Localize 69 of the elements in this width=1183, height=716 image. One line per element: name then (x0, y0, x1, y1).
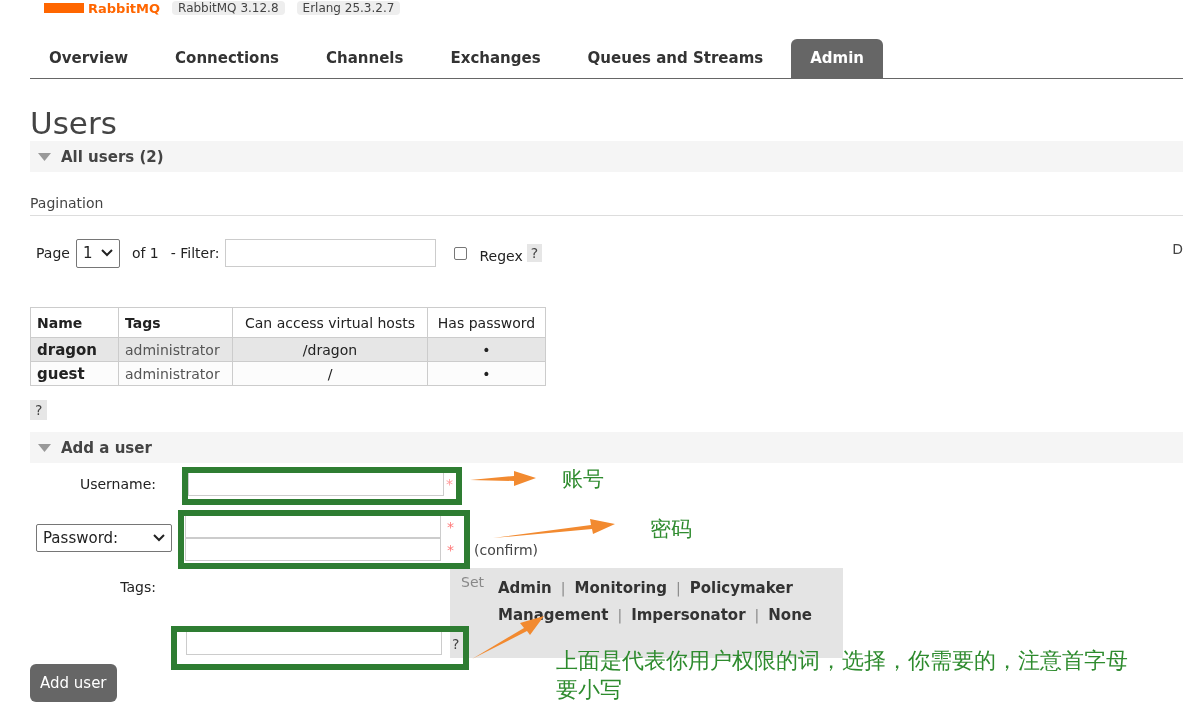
confirm-password-field[interactable] (185, 538, 441, 561)
page-title: Users (30, 105, 118, 141)
filter-label: - Filter: (170, 245, 220, 261)
nav-tab[interactable]: Admin (791, 39, 883, 78)
table-cell: • (427, 361, 546, 386)
separator: | (617, 606, 623, 623)
required-mark: * (447, 541, 454, 558)
table-row[interactable]: dragon administrator /dragon • (30, 337, 546, 362)
version-badge: Erlang 25.3.2.7 (296, 1, 401, 15)
tag-link[interactable]: Policymaker (689, 578, 793, 597)
tag-link[interactable]: Impersonator (631, 605, 746, 624)
tag-link[interactable]: None (768, 605, 812, 624)
help-button[interactable]: ? (450, 636, 462, 652)
section-header[interactable]: All users (2) (30, 141, 1183, 172)
chevron-icon (153, 534, 165, 542)
help-button[interactable]: ? (526, 244, 543, 262)
pagination-heading: Pagination (30, 195, 1183, 216)
password-field[interactable] (185, 515, 441, 538)
nav-tab[interactable]: Connections (156, 49, 299, 78)
table-cell: administrator (118, 361, 233, 386)
username-label: Username: (78, 476, 157, 492)
set-label: Set (461, 574, 484, 592)
help-button[interactable]: ? (30, 400, 48, 420)
page-select[interactable]: 1 (75, 238, 120, 268)
required-mark: * (447, 518, 454, 535)
table-row[interactable]: guest administrator / • (30, 361, 546, 386)
tags-field[interactable] (186, 631, 442, 655)
annotation-text: 上面是代表你用户权限的词，选择，你需要的，注意首字母要小写 (556, 647, 1129, 704)
column-header: Name (30, 307, 119, 338)
regex-checkbox[interactable] (454, 246, 468, 260)
section-title: All users (2) (61, 147, 164, 166)
separator: | (676, 579, 681, 596)
nav-tab[interactable]: Exchanges (431, 49, 560, 78)
tag-link[interactable]: Monitoring (574, 578, 667, 597)
nav-tab[interactable]: Channels (307, 49, 423, 78)
separator: | (754, 606, 760, 623)
logo-icon (44, 3, 84, 13)
annotation-text: 账号 (562, 466, 604, 493)
user-name-cell: dragon (30, 337, 119, 362)
confirm-label: (confirm) (474, 541, 539, 558)
chevron-icon (100, 249, 113, 257)
required-mark: * (446, 476, 453, 492)
tag-link[interactable]: Management (498, 605, 609, 624)
cut-text: D (1172, 241, 1183, 257)
tag-link[interactable]: Admin (498, 578, 552, 597)
column-header: Can access virtual hosts (232, 307, 428, 338)
table-cell: administrator (118, 337, 233, 362)
column-header: Tags (118, 307, 233, 338)
filter-field[interactable] (225, 239, 437, 267)
add-user-button[interactable]: Add user (30, 664, 117, 702)
annotation-text: 密码 (650, 516, 692, 543)
user-name-cell: guest (30, 361, 119, 386)
version-badge: RabbitMQ 3.12.8 (172, 1, 285, 15)
section-title: Add a user (61, 438, 152, 457)
tags-label: Tags: (119, 578, 157, 595)
regex-label: Regex (479, 248, 523, 264)
page-count: of 1 (131, 245, 159, 261)
column-header: Has password (427, 307, 546, 338)
logo-text: RabbitMQ (88, 0, 161, 16)
table-cell: • (427, 337, 546, 362)
separator: | (560, 579, 566, 596)
password-select[interactable]: Password: (36, 524, 172, 552)
nav-tab[interactable]: Overview (30, 49, 148, 78)
nav-tab[interactable]: Queues and Streams (568, 49, 783, 78)
username-field[interactable] (188, 472, 444, 496)
table-cell: / (232, 361, 428, 386)
section-header[interactable]: Add a user (30, 432, 1183, 463)
table-cell: /dragon (232, 337, 428, 362)
page-label: Page (36, 245, 70, 261)
